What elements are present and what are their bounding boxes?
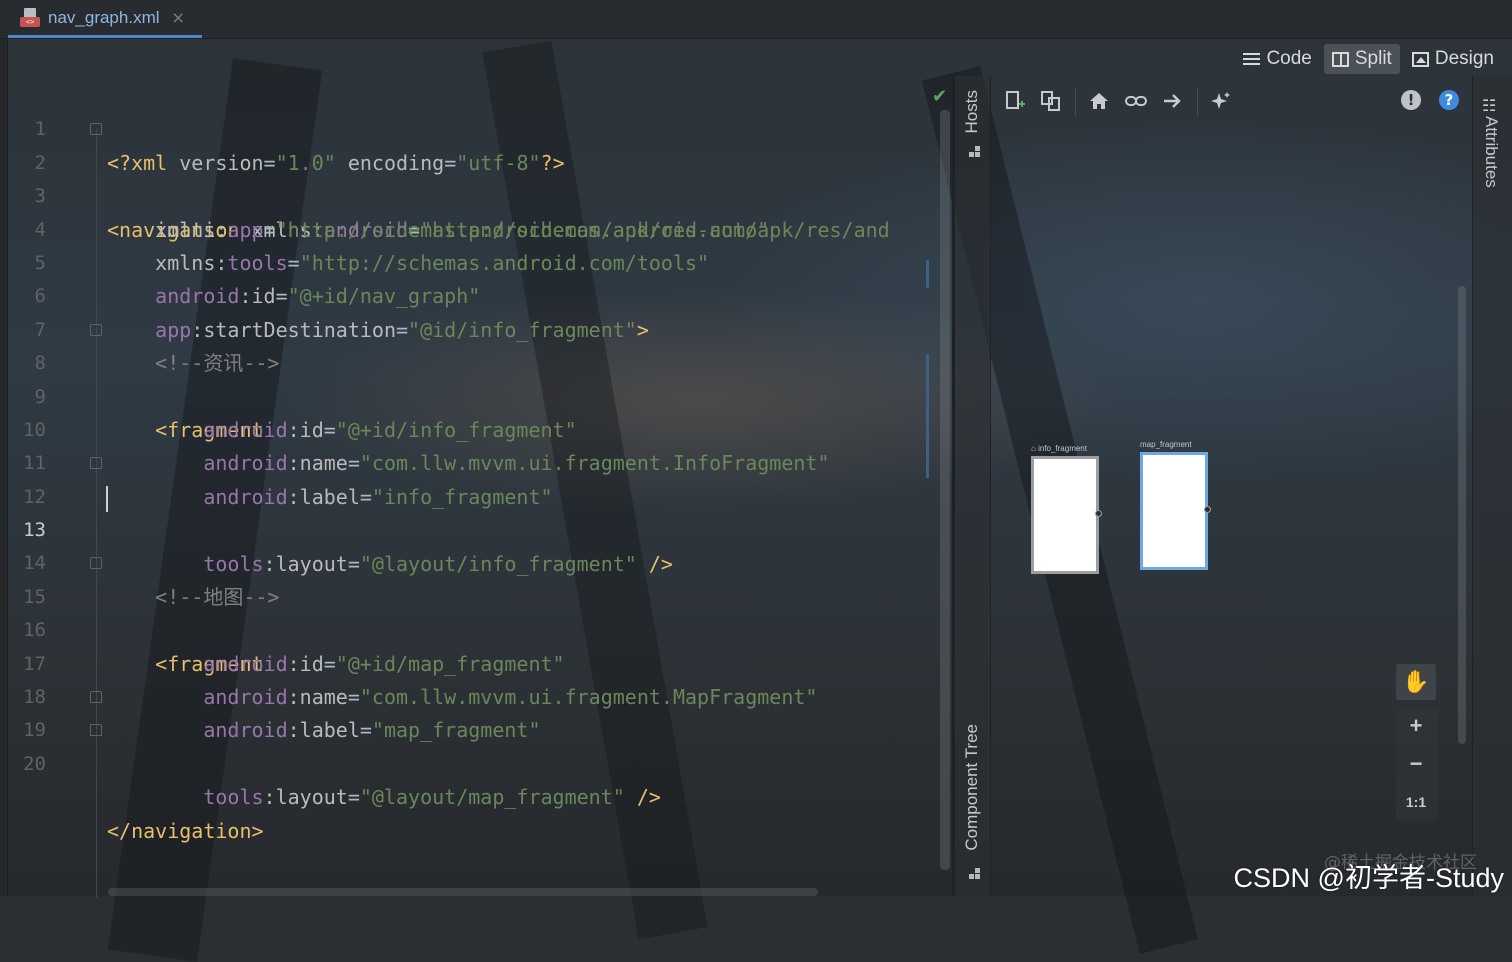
zoom-button-group: + − 1:1 [1396,708,1438,820]
code-mode-button[interactable]: Code [1235,44,1319,74]
home-icon[interactable] [1087,90,1111,114]
text-lines-icon [1243,52,1261,67]
fold-end-icon[interactable] [90,724,102,737]
zoom-in-button[interactable]: + [1396,708,1436,744]
file-tab-nav-graph[interactable]: <> nav_graph.xml × [8,0,202,38]
code-mode-label: Code [1266,48,1312,69]
xml-file-icon: <> [20,7,40,28]
destination-preview [1140,452,1208,570]
action-handle[interactable] [1095,510,1102,517]
editor-horizontal-scrollbar[interactable] [108,888,818,896]
code-line: 18 android:label="map_fragment" [8,648,952,742]
view-mode-switcher: Code Split Design [1235,43,1502,75]
code-line: 20 </navigation> [8,714,952,843]
split-view-icon [1331,51,1349,67]
code-line: 3 xmlns:app="http://schemas.android.com/… [8,147,952,241]
code-line: 17 android:name="com.llw.mvvm.ui.fragmen… [8,614,952,709]
image-icon [1411,51,1429,67]
code-line: 11 android:label="info_fragment" [8,414,952,508]
watermark: CSDN @初学者-Study [1233,863,1504,893]
canvas-vertical-scrollbar[interactable] [1458,286,1466,744]
component-tree-icon [969,868,981,880]
component-tree-panel-button[interactable]: Component Tree [962,724,982,851]
code-line: 10 android:name="com.llw.mvvm.ui.fragmen… [8,381,952,475]
fold-toggle-icon[interactable] [90,557,102,570]
code-line: 15 <fragment [8,547,952,676]
action-arrow-icon[interactable] [1161,90,1185,114]
code-lines: 1 <?xml version="1.0" encoding="utf-8"?>… [8,80,952,843]
file-tab-label: nav_graph.xml [48,7,160,27]
warning-icon[interactable]: ! [1401,90,1421,110]
close-tab-icon[interactable]: × [172,8,185,27]
split-mode-button[interactable]: Split [1323,44,1400,74]
editor-vertical-scrollbar[interactable] [940,110,950,870]
hosts-icon [969,146,981,158]
auto-arrange-icon[interactable] [1209,90,1233,114]
code-line: 13 [8,481,952,541]
destination-label: ⌂ info_fragment [1031,444,1087,453]
split-mode-label: Split [1354,48,1392,69]
code-line: 9 android:id="@+id/info_fragment" [8,347,952,442]
code-line: 5 android:id="@+id/nav_graph" [8,214,952,308]
nested-graph-icon[interactable] [1039,90,1063,114]
help-icon[interactable]: ? [1439,90,1459,110]
line-number: 20 [23,752,46,775]
sliders-icon: ☷ [1482,96,1497,115]
destination-info-fragment[interactable]: ⌂ info_fragment [1031,444,1102,574]
code-line: 12 tools:layout="@layout/info_fragment" … [8,447,952,576]
code-line: 16 android:id="@+id/map_fragment" [8,581,952,675]
fold-end-icon[interactable] [90,457,102,470]
editor-tab-bar: <> nav_graph.xml × [0,0,1512,39]
text-caret [106,486,108,512]
destination-preview [1031,456,1099,574]
design-mode-button[interactable]: Design [1404,44,1502,74]
zoom-out-button[interactable]: − [1396,746,1436,782]
code-editor[interactable]: ✔ 1 <?xml version="1.0" encoding="utf-8"… [8,80,952,898]
code-line: 6 app:startDestination="@id/info_fragmen… [8,247,952,341]
hosts-panel-button[interactable]: Hosts [962,90,982,133]
code-line: 14 <!--地图--> [8,514,952,608]
zoom-controls: ✋ + − 1:1 [1396,664,1438,822]
toolbar-separator [1075,88,1076,116]
navigation-editor-toolbar: ! ? [991,76,1471,126]
design-mode-label: Design [1434,48,1494,69]
code-line: 19 tools:layout="@layout/map_fragment" /… [8,681,952,809]
code-line: 1 <?xml version="1.0" encoding="utf-8"?> [8,80,952,174]
destination-map-fragment[interactable]: map_fragment [1140,440,1211,570]
code-line: 8 <fragment [8,314,952,442]
fold-toggle-icon[interactable] [90,323,102,336]
pan-hand-icon[interactable]: ✋ [1396,664,1436,700]
action-handle[interactable] [1204,506,1211,513]
navigation-graph-canvas[interactable]: ⌂ info_fragment map_fragment ✋ + − 1:1 [991,126,1471,896]
fold-end-icon[interactable] [90,691,102,704]
design-side-toolbar: Hosts Component Tree [955,76,991,896]
project-panel-edge [0,0,8,896]
link-icon[interactable] [1124,90,1148,114]
code-line: 2 <navigation xmlns:android="http://sche… [8,113,952,242]
zoom-reset-button[interactable]: 1:1 [1396,784,1436,820]
attributes-side-toolbar: ☷ Attributes [1472,76,1512,896]
new-destination-icon[interactable] [1003,90,1027,114]
code-line: 4 xmlns:tools="http://schemas.android.co… [8,180,952,275]
code-line: 7 <!--资讯--> [8,280,952,375]
toolbar-separator [1197,88,1198,116]
attributes-panel-button[interactable]: Attributes [1481,116,1501,188]
destination-label: map_fragment [1140,440,1192,449]
fold-toggle-icon[interactable] [90,123,102,136]
